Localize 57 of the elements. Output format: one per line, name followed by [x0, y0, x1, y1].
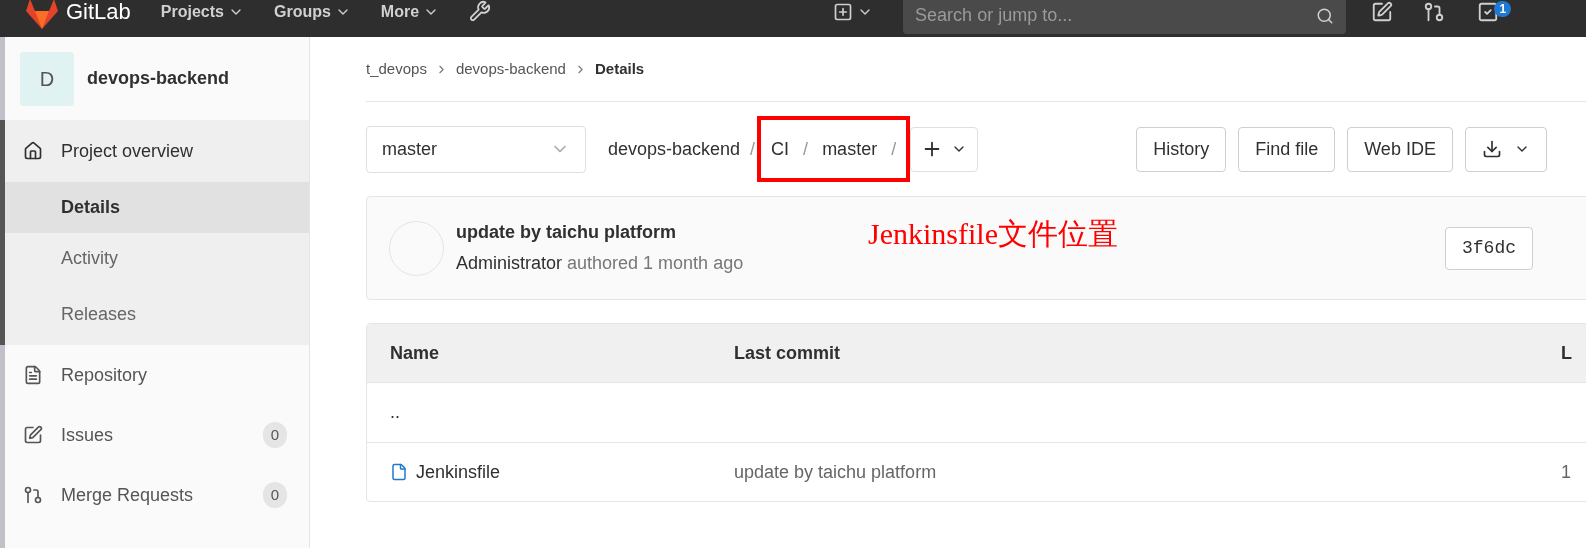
- todo-icon[interactable]: [1477, 0, 1500, 23]
- column-header: Last commit: [734, 341, 842, 365]
- breadcrumb-link[interactable]: t_devops: [366, 57, 427, 81]
- action-button[interactable]: History: [1136, 126, 1227, 172]
- add-dropdown[interactable]: [910, 126, 979, 172]
- commit-title[interactable]: update by taichu platform: [456, 219, 816, 246]
- search-icon: [1316, 6, 1335, 25]
- todo-count: 1: [1494, 0, 1512, 17]
- sidebar-item[interactable]: Repository: [5, 345, 309, 405]
- sidebar-item[interactable]: Issues 0: [5, 405, 309, 465]
- file-link[interactable]: Jenkinsfile: [416, 458, 501, 486]
- breadcrumb-link[interactable]: devops-backend: [455, 57, 566, 81]
- annotation-text: Jenkinsfile文件位置: [868, 215, 1118, 252]
- issues-icon[interactable]: [1371, 0, 1394, 23]
- nav-menu[interactable]: Groups: [273, 0, 351, 24]
- path-separator: /: [803, 137, 809, 161]
- count-badge: 0: [263, 422, 287, 448]
- fox-logo-icon: [24, 0, 60, 29]
- sidebar-subitem[interactable]: Details: [5, 182, 309, 233]
- branch-select[interactable]: master: [366, 125, 586, 173]
- nav-menu[interactable]: Projects: [160, 0, 244, 24]
- sidebar-item[interactable]: Project overview: [5, 120, 309, 182]
- sidebar-subitem[interactable]: Releases: [5, 284, 309, 345]
- wrench-icon[interactable]: [469, 0, 492, 22]
- project-name[interactable]: devops-backend: [87, 65, 230, 92]
- file-icon: [390, 463, 408, 481]
- merge-request-icon: [23, 485, 43, 505]
- sidebar-subitem[interactable]: Activity: [5, 233, 309, 284]
- download-icon: [1481, 139, 1502, 159]
- plus-icon[interactable]: [833, 1, 854, 22]
- author-link[interactable]: Administrator: [456, 250, 563, 277]
- path-link[interactable]: master: [822, 135, 878, 163]
- issues-icon: [23, 425, 43, 445]
- breadcrumb-link[interactable]: Details: [594, 57, 645, 81]
- column-header: Name: [390, 341, 441, 365]
- sidebar-item[interactable]: Merge Requests 0: [5, 465, 309, 525]
- commit-time: authored 1 month ago: [567, 252, 744, 275]
- parent-folder-link[interactable]: ..: [390, 399, 400, 426]
- commit-message[interactable]: update by taichu platform: [734, 458, 1561, 486]
- action-button[interactable]: Web IDE: [1347, 126, 1453, 172]
- action-button[interactable]: Find file: [1238, 126, 1336, 172]
- merge-request-icon[interactable]: [1423, 0, 1446, 23]
- path-separator: /: [750, 137, 756, 161]
- path-separator: /: [891, 137, 897, 161]
- path-link[interactable]: devops-backend: [608, 135, 741, 163]
- home-icon: [23, 141, 43, 161]
- table-cell-text: 1: [1561, 460, 1571, 484]
- nav-menu[interactable]: More: [380, 0, 440, 24]
- commit-sha[interactable]: 3f6dc: [1445, 226, 1533, 270]
- download-dropdown[interactable]: [1464, 126, 1547, 172]
- count-badge: 0: [263, 482, 287, 508]
- column-header: L: [1561, 341, 1572, 365]
- project-avatar: D: [20, 51, 74, 106]
- path-link[interactable]: CI: [771, 135, 790, 163]
- brand-name[interactable]: GitLab: [66, 0, 131, 28]
- document-icon: [23, 365, 43, 385]
- search-field[interactable]: Search or jump to...: [903, 0, 1347, 34]
